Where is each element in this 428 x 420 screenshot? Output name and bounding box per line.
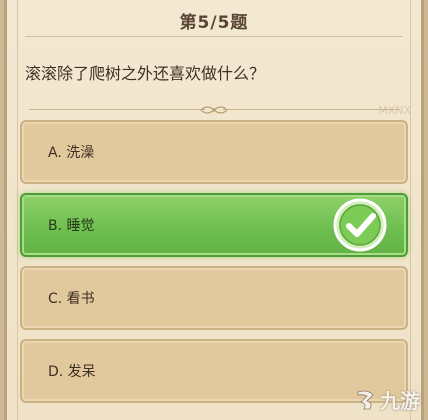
ornament-icon <box>200 106 228 114</box>
header-divider <box>25 36 403 37</box>
option-label: A. 洗澡 <box>48 145 95 161</box>
option-a[interactable]: A. 洗澡 <box>20 120 408 184</box>
ornament-divider <box>29 104 399 116</box>
option-label: B. 睡觉 <box>48 218 95 234</box>
option-c[interactable]: C. 看书 <box>20 266 408 330</box>
site-logo: 九游 <box>354 385 420 414</box>
option-d[interactable]: D. 发呆 <box>20 339 408 403</box>
checkmark-icon <box>333 198 387 252</box>
quiz-header: 第5/5题 <box>7 0 421 40</box>
question-counter: 第5/5题 <box>179 12 249 33</box>
option-b[interactable]: B. 睡觉 <box>20 193 408 257</box>
jiuyou-logo-icon <box>357 390 374 409</box>
option-label: D. 发呆 <box>48 364 96 380</box>
question-text: 滚滚除了爬树之外还喜欢做什么？ <box>25 64 266 83</box>
logo-text: 九游 <box>380 389 420 413</box>
option-label: C. 看书 <box>48 291 95 307</box>
